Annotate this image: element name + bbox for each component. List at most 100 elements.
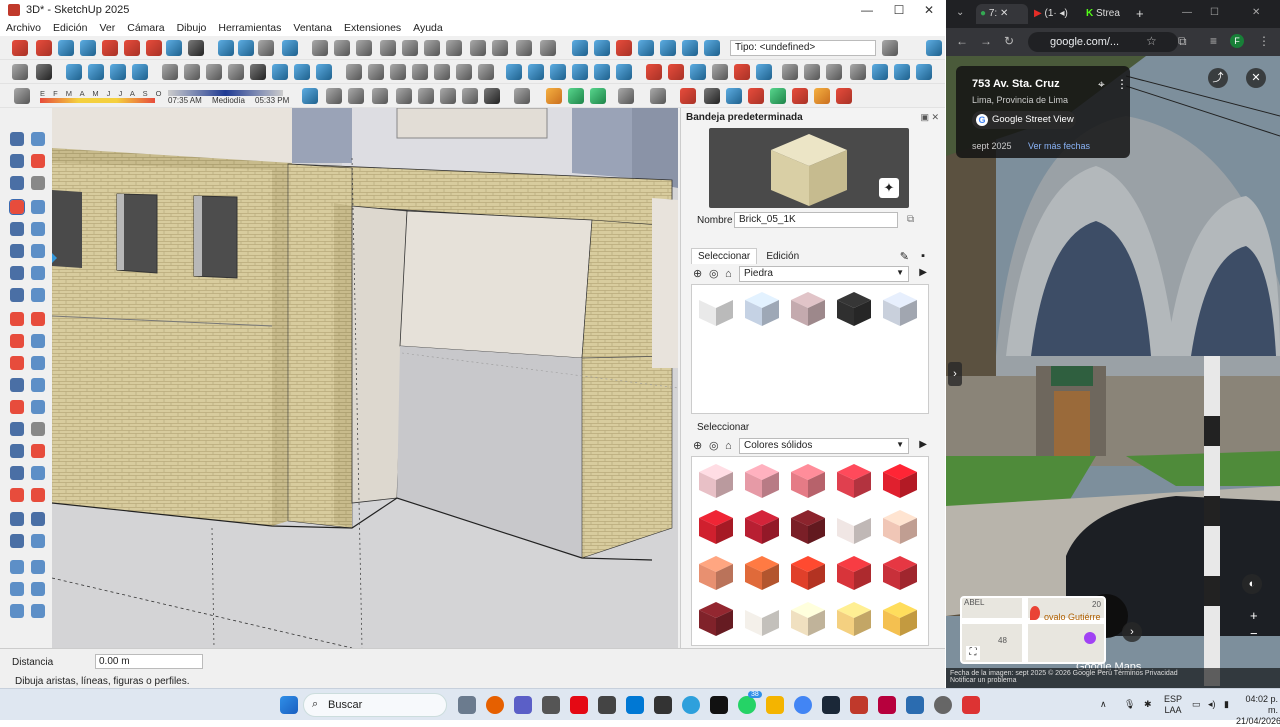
sparkle-icon[interactable]: ✦ [879, 178, 899, 198]
rotated-rect-icon[interactable] [31, 222, 45, 236]
axis-icon-6[interactable] [792, 88, 808, 104]
home-icon[interactable]: ⌂ [725, 268, 737, 280]
solid-color-swatch[interactable] [696, 553, 736, 593]
pan-tool-icon[interactable] [31, 444, 45, 458]
circle-tool-icon[interactable] [10, 244, 24, 258]
box-icon[interactable] [326, 88, 342, 104]
edge-icon[interactable] [682, 696, 700, 714]
layer-icon-5[interactable] [594, 64, 610, 80]
sandbox-icon-5[interactable] [660, 40, 676, 56]
outlook-icon[interactable] [626, 696, 644, 714]
axis-icon-1[interactable] [680, 88, 696, 104]
rendering-app-icon[interactable] [962, 696, 980, 714]
section-tool-icon[interactable] [31, 534, 45, 548]
walk-icon[interactable] [188, 40, 204, 56]
style-monochrome-icon[interactable] [250, 64, 266, 80]
tag-icon[interactable] [10, 176, 24, 190]
sandbox-icon-3[interactable] [616, 40, 632, 56]
previous-view-icon[interactable] [124, 40, 140, 56]
next-arrow-icon[interactable]: › [1122, 622, 1142, 642]
stone-swatch[interactable] [742, 289, 782, 329]
box-outline-icon[interactable] [348, 88, 364, 104]
model-materials-icon-2[interactable]: ◎ [709, 440, 721, 452]
reload-icon[interactable]: ↻ [1004, 34, 1014, 48]
copy-icon[interactable] [402, 40, 418, 56]
sandbox-tool-icon-2[interactable] [31, 560, 45, 574]
sandbox-icon-2[interactable] [594, 40, 610, 56]
sandbox-icon-7[interactable] [704, 40, 720, 56]
look-around-icon[interactable] [166, 40, 182, 56]
axis-icon-4[interactable] [748, 88, 764, 104]
solid-color-swatch[interactable] [834, 599, 874, 639]
delete-icon[interactable] [446, 40, 462, 56]
solid-color-swatch[interactable] [788, 461, 828, 501]
solid-color-swatch[interactable] [880, 507, 920, 547]
store-icon[interactable] [598, 696, 616, 714]
layer-icon-6[interactable] [616, 64, 632, 80]
solid-color-swatch[interactable] [696, 461, 736, 501]
view-front-icon[interactable] [294, 64, 310, 80]
menu-lines-icon[interactable]: ≡ [1210, 34, 1217, 48]
paint-icon[interactable] [10, 154, 24, 168]
windows-start-icon[interactable] [280, 696, 298, 714]
close-button[interactable]: ✕ [914, 0, 944, 20]
position-camera-tool-icon[interactable] [10, 512, 24, 526]
zoom-icon[interactable] [58, 40, 74, 56]
mic-icon[interactable]: 🎙 [1124, 699, 1135, 710]
menu-edicion[interactable]: Edición [47, 20, 93, 36]
solid-color-swatch[interactable] [742, 507, 782, 547]
lasso-icon[interactable] [31, 132, 45, 146]
menu-extensiones[interactable]: Extensiones [338, 20, 407, 36]
house-icon[interactable] [478, 64, 494, 80]
axes-icon[interactable] [31, 400, 45, 414]
style-textured-icon[interactable] [228, 64, 244, 80]
sandbox-tool-icon-3[interactable] [10, 582, 24, 596]
chrome-icon[interactable] [794, 696, 812, 714]
style-shaded-icon[interactable] [206, 64, 222, 80]
axis-icon-8[interactable] [836, 88, 852, 104]
autodesk-icon[interactable] [878, 696, 896, 714]
axis-icon-3[interactable] [726, 88, 742, 104]
zoom-window-icon[interactable] [80, 40, 96, 56]
save-icon[interactable] [356, 40, 372, 56]
user-icon[interactable] [36, 64, 52, 80]
task-view-icon[interactable] [458, 696, 476, 714]
tray-chevron-icon[interactable]: ∧ [1100, 699, 1107, 710]
drop-icon-2[interactable] [894, 64, 910, 80]
style-xray-icon[interactable] [110, 64, 126, 80]
folder-icon[interactable] [782, 64, 798, 80]
battery-icon[interactable]: ▮ [1224, 699, 1229, 710]
solid-color-swatch[interactable] [834, 507, 874, 547]
expand-map-icon[interactable]: ⛶ [966, 646, 980, 660]
zoom-window-tool-icon[interactable] [31, 466, 45, 480]
profile-avatar[interactable]: F [1230, 34, 1244, 48]
print-icon[interactable] [516, 40, 532, 56]
new-tab-button[interactable]: + [1136, 6, 1144, 21]
layer-icon-3[interactable] [550, 64, 566, 80]
undo-icon[interactable] [470, 40, 486, 56]
eyedropper-icon[interactable]: ✎ [900, 250, 909, 263]
style-hidden-icon[interactable] [184, 64, 200, 80]
ext-icon-1[interactable] [646, 64, 662, 80]
arc-icon[interactable] [650, 88, 666, 104]
arc3-icon[interactable] [10, 288, 24, 302]
offset-icon[interactable] [31, 356, 45, 370]
firefox-icon[interactable] [486, 696, 504, 714]
tape-icon[interactable] [10, 378, 24, 392]
bookmark-star-icon[interactable]: ☆ [1146, 34, 1157, 48]
tab-seleccionar[interactable]: Seleccionar [691, 248, 758, 264]
view-top-icon[interactable] [272, 64, 288, 80]
clock[interactable]: 04:02 p. m. 21/04/2026 [1236, 694, 1280, 727]
menu-archivo[interactable]: Archivo [0, 20, 47, 36]
tab-youtube[interactable]: ▶ (1· ◂) [1030, 4, 1080, 24]
view-right-icon[interactable] [316, 64, 332, 80]
sun-icon[interactable] [440, 88, 456, 104]
steam-icon[interactable] [654, 696, 672, 714]
axis-icon-2[interactable] [704, 88, 720, 104]
open-folder-icon[interactable] [334, 40, 350, 56]
axis-icon-5[interactable] [770, 88, 786, 104]
eraser-icon[interactable] [31, 154, 45, 168]
volume-icon[interactable]: ◂) [1208, 699, 1216, 710]
globe-icon[interactable] [462, 88, 478, 104]
polygon-icon[interactable] [31, 244, 45, 258]
